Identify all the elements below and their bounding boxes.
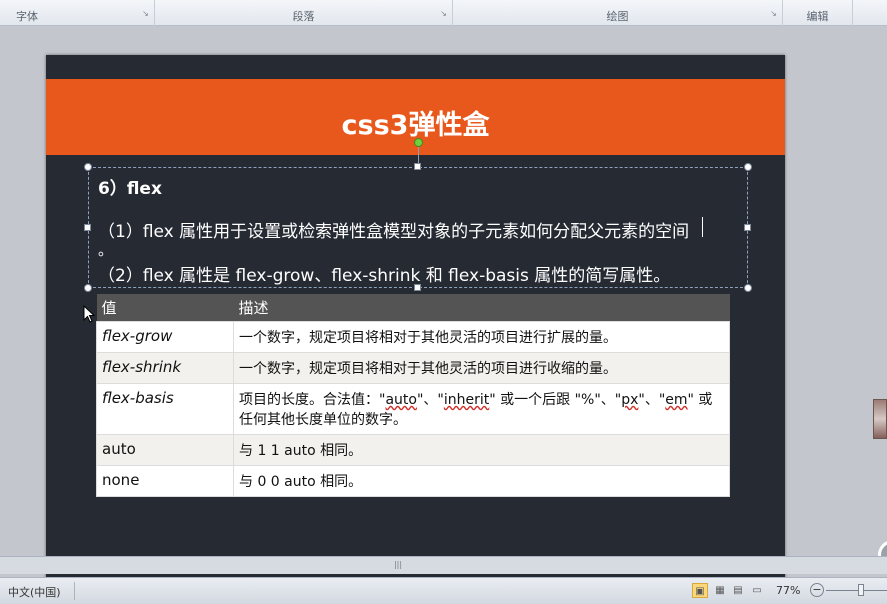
slide-workspace: css3弹性盒 6）flex （1）flex 属性用于设置或检索弹性盒模型对象的…: [0, 26, 887, 582]
ribbon-group-font-label: 字体: [16, 10, 38, 23]
desc-keyword-auto: auto: [385, 392, 417, 408]
resize-handle-top-right[interactable]: [744, 163, 752, 171]
ribbon-group-drawing: 绘图 ↘: [453, 0, 783, 26]
desc-keyword-em: em: [665, 392, 688, 408]
table-row: flex-shrink 一个数字，规定项目将相对于其他灵活的项目进行收缩的量。: [96, 352, 730, 384]
resize-handle-right[interactable]: [744, 224, 751, 231]
zoom-level[interactable]: 77%: [776, 584, 800, 597]
zoom-slider-thumb[interactable]: [858, 584, 864, 596]
slide-canvas[interactable]: css3弹性盒 6）flex （1）flex 属性用于设置或检索弹性盒模型对象的…: [46, 55, 785, 582]
table-header-row: 值 描述: [96, 294, 730, 322]
table-row: none 与 0 0 auto 相同。: [96, 465, 730, 497]
ribbon-group-editing-label: 编辑: [806, 10, 829, 23]
flex-values-table[interactable]: 值 描述 flex-grow 一个数字，规定项目将相对于其他灵活的项目进行扩展的…: [96, 294, 730, 497]
ribbon-group-drawing-label: 绘图: [606, 10, 629, 23]
table-cell-value: none: [96, 465, 234, 497]
mouse-pointer-icon: [83, 305, 95, 323]
normal-view-icon[interactable]: ▣: [692, 583, 708, 598]
reading-view-icon[interactable]: ▤: [730, 583, 746, 598]
resize-handle-left[interactable]: [84, 224, 91, 231]
table-cell-description: 与 0 0 auto 相同。: [233, 465, 730, 497]
content-line-1: （1）flex 属性用于设置或检索弹性盒模型对象的子元素如何分配父元素的空间: [98, 222, 690, 242]
zoom-out-icon[interactable]: −: [810, 583, 824, 597]
horizontal-scrollbar[interactable]: [0, 556, 887, 574]
table-cell-value: flex-basis: [96, 383, 234, 435]
language-indicator[interactable]: 中文(中国): [8, 584, 61, 600]
ribbon-group-paragraph: 段落 ↘: [155, 0, 453, 26]
side-thumbnail[interactable]: [873, 399, 887, 439]
desc-keyword-inherit: inherit: [443, 392, 490, 408]
table-cell-description: 一个数字，规定项目将相对于其他灵活的项目进行收缩的量。: [233, 352, 730, 384]
status-separator: [74, 582, 75, 600]
resize-handle-top-left[interactable]: [84, 163, 92, 171]
resize-handle-bottom-left[interactable]: [84, 284, 92, 292]
content-heading: 6）flex: [98, 179, 162, 199]
table-row: auto 与 1 1 auto 相同。: [96, 434, 730, 466]
table-cell-description: 一个数字，规定项目将相对于其他灵活的项目进行扩展的量。: [233, 321, 730, 353]
slide-sorter-icon[interactable]: ▦: [712, 583, 728, 598]
table-header-description: 描述: [233, 294, 730, 322]
ribbon-group-font: 字体 ↘: [0, 0, 155, 26]
ribbon-group-paragraph-label: 段落: [292, 10, 315, 23]
table-cell-value: flex-shrink: [96, 352, 234, 384]
rotate-handle[interactable]: [414, 138, 423, 147]
text-caret: [702, 217, 703, 237]
drawing-dialog-launcher-icon[interactable]: ↘: [769, 9, 778, 18]
desc-part: 项目的长度。合法值：": [239, 392, 386, 408]
desc-part: "、": [416, 392, 444, 408]
content-line-2: （2）flex 属性是 flex-grow、flex-shrink 和 flex…: [98, 266, 671, 286]
desc-part: "、": [638, 392, 666, 408]
desc-part: " 或一个后跟 "%"、": [489, 392, 622, 408]
table-row: flex-basis 项目的长度。合法值："auto"、"inherit" 或一…: [96, 383, 730, 435]
table-cell-description: 项目的长度。合法值："auto"、"inherit" 或一个后跟 "%"、"px…: [233, 383, 730, 435]
table-row: flex-grow 一个数字，规定项目将相对于其他灵活的项目进行扩展的量。: [96, 321, 730, 353]
ribbon-group-labels: 字体 ↘ 段落 ↘ 绘图 ↘ 编辑: [0, 0, 887, 26]
table-cell-value: flex-grow: [96, 321, 234, 353]
desc-keyword-px: px: [621, 392, 639, 408]
table-header-value: 值: [96, 294, 234, 322]
content-line-1-period: 。: [98, 241, 114, 259]
scroll-grip-icon[interactable]: |||: [393, 560, 403, 569]
table-cell-description: 与 1 1 auto 相同。: [233, 434, 730, 466]
table-cell-value: auto: [96, 434, 234, 466]
status-bar: 中文(中国) ▣ ▦ ▤ ▭ 77% −: [0, 577, 887, 604]
slide-title[interactable]: css3弹性盒: [46, 103, 785, 142]
font-dialog-launcher-icon[interactable]: ↘: [141, 9, 150, 18]
resize-handle-top[interactable]: [414, 163, 421, 170]
paragraph-dialog-launcher-icon[interactable]: ↘: [439, 9, 448, 18]
slideshow-icon[interactable]: ▭: [749, 583, 765, 598]
zoom-slider-track[interactable]: [826, 590, 887, 591]
resize-handle-bottom-right[interactable]: [744, 284, 752, 292]
ribbon-group-editing: 编辑: [783, 0, 853, 26]
